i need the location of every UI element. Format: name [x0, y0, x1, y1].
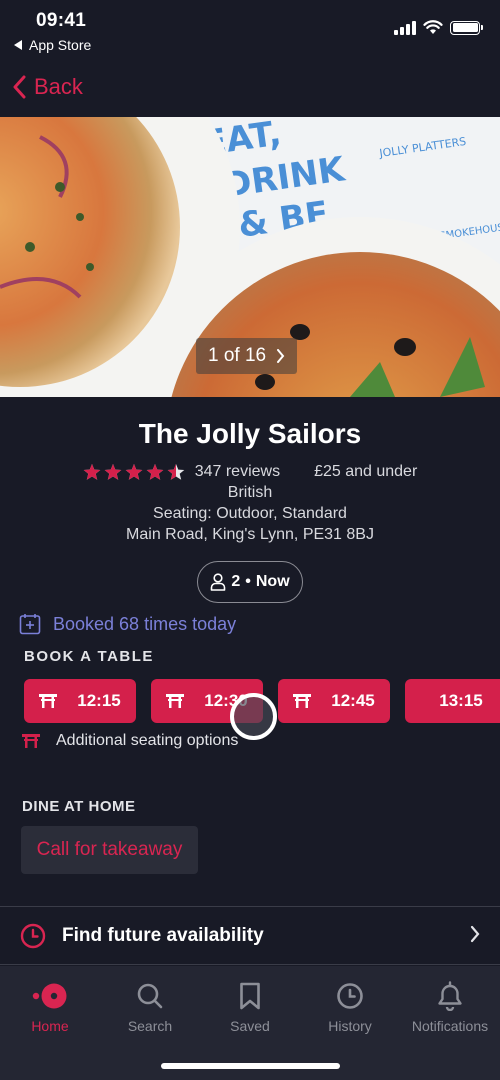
additional-seating-label: Additional seating options — [56, 732, 239, 749]
tab-bar: Home Search Saved History Notifications — [0, 966, 500, 1080]
back-triangle-icon — [14, 40, 22, 50]
table-icon — [22, 734, 40, 748]
battery-icon — [450, 20, 483, 35]
tab-label: History — [328, 1018, 372, 1034]
party-time: Now — [255, 573, 290, 590]
tab-notifications[interactable]: Notifications — [400, 980, 500, 1034]
bookmark-icon — [240, 982, 260, 1010]
dine-at-home-heading: DINE AT HOME — [22, 798, 136, 815]
chevron-right-icon — [470, 925, 480, 943]
table-icon — [39, 694, 58, 708]
additional-seating-options[interactable]: Additional seating options — [22, 732, 238, 750]
restaurant-name: The Jolly Sailors — [138, 418, 362, 449]
price-range: £25 and under — [314, 463, 418, 480]
star-half-icon — [167, 464, 185, 480]
table-icon — [293, 694, 312, 708]
divider — [0, 964, 500, 965]
star-rating — [83, 463, 185, 481]
party-separator: • — [245, 573, 251, 590]
restaurant-photo-carousel[interactable]: EAT, DRINK & BE JOLLY JOLLY PLATTERS FRO… — [0, 117, 500, 397]
time-slot-label: 12:45 — [331, 691, 375, 710]
booked-today-banner: Booked 68 times today — [19, 613, 236, 635]
book-a-table-heading: BOOK A TABLE — [24, 648, 154, 665]
calendar-plus-icon — [19, 614, 41, 635]
back-button[interactable]: Back — [12, 74, 83, 100]
chevron-left-icon — [13, 75, 26, 99]
chevron-right-icon — [277, 349, 285, 363]
search-icon — [137, 983, 163, 1009]
cellular-signal-icon — [394, 20, 416, 35]
tab-saved[interactable]: Saved — [200, 980, 300, 1034]
address: Main Road, King's Lynn, PE31 8BJ — [126, 526, 374, 543]
find-future-availability-label: Find future availability — [62, 924, 264, 946]
home-indicator[interactable] — [161, 1063, 340, 1069]
back-label: Back — [34, 74, 83, 99]
tab-label: Notifications — [411, 1018, 489, 1034]
status-time: 09:41 — [36, 10, 87, 31]
rating-row: 347 reviews £25 and under — [0, 463, 500, 481]
star-full-icon — [83, 464, 101, 480]
bell-icon — [438, 981, 462, 1011]
tab-home[interactable]: Home — [0, 980, 100, 1034]
clock-icon — [20, 923, 46, 948]
tab-label: Saved — [230, 1018, 270, 1034]
table-icon — [166, 694, 185, 708]
review-count[interactable]: 347 reviews — [195, 463, 280, 481]
wifi-icon — [423, 20, 443, 34]
tab-label: Search — [127, 1018, 173, 1034]
status-bar: 09:41 App Store — [0, 0, 500, 62]
status-icons — [394, 20, 483, 35]
photo-counter-label: 1 of 16 — [208, 345, 267, 366]
call-for-takeaway-button[interactable]: Call for takeaway — [21, 826, 198, 874]
time-slot-label: 13:15 — [439, 691, 483, 710]
person-icon — [211, 573, 226, 591]
cuisine: British — [227, 484, 273, 501]
booked-today-text: Booked 68 times today — [53, 613, 237, 634]
tab-label: Home — [31, 1018, 69, 1034]
tab-history[interactable]: History — [300, 980, 400, 1034]
time-slot-button[interactable]: 12:15 — [24, 679, 136, 723]
star-full-icon — [146, 464, 164, 480]
seating-info: Seating: Outdoor, Standard — [153, 505, 347, 522]
star-full-icon — [104, 464, 122, 480]
time-slot-button[interactable]: 12:45 — [278, 679, 390, 723]
return-app-label: App Store — [29, 37, 92, 53]
time-slot-label: 12:15 — [77, 691, 121, 710]
clock-icon — [337, 983, 363, 1009]
photo-counter[interactable]: 1 of 16 — [196, 338, 298, 374]
time-slot-button[interactable]: 13:15 — [405, 679, 500, 723]
find-future-availability-row[interactable]: Find future availability — [0, 907, 500, 964]
star-full-icon — [125, 464, 143, 480]
party-size-time-selector[interactable]: 2 • Now — [197, 561, 303, 603]
return-to-app-store[interactable]: App Store — [14, 37, 91, 53]
home-icon — [32, 983, 67, 1009]
tab-search[interactable]: Search — [100, 980, 200, 1034]
party-size: 2 — [231, 573, 241, 590]
